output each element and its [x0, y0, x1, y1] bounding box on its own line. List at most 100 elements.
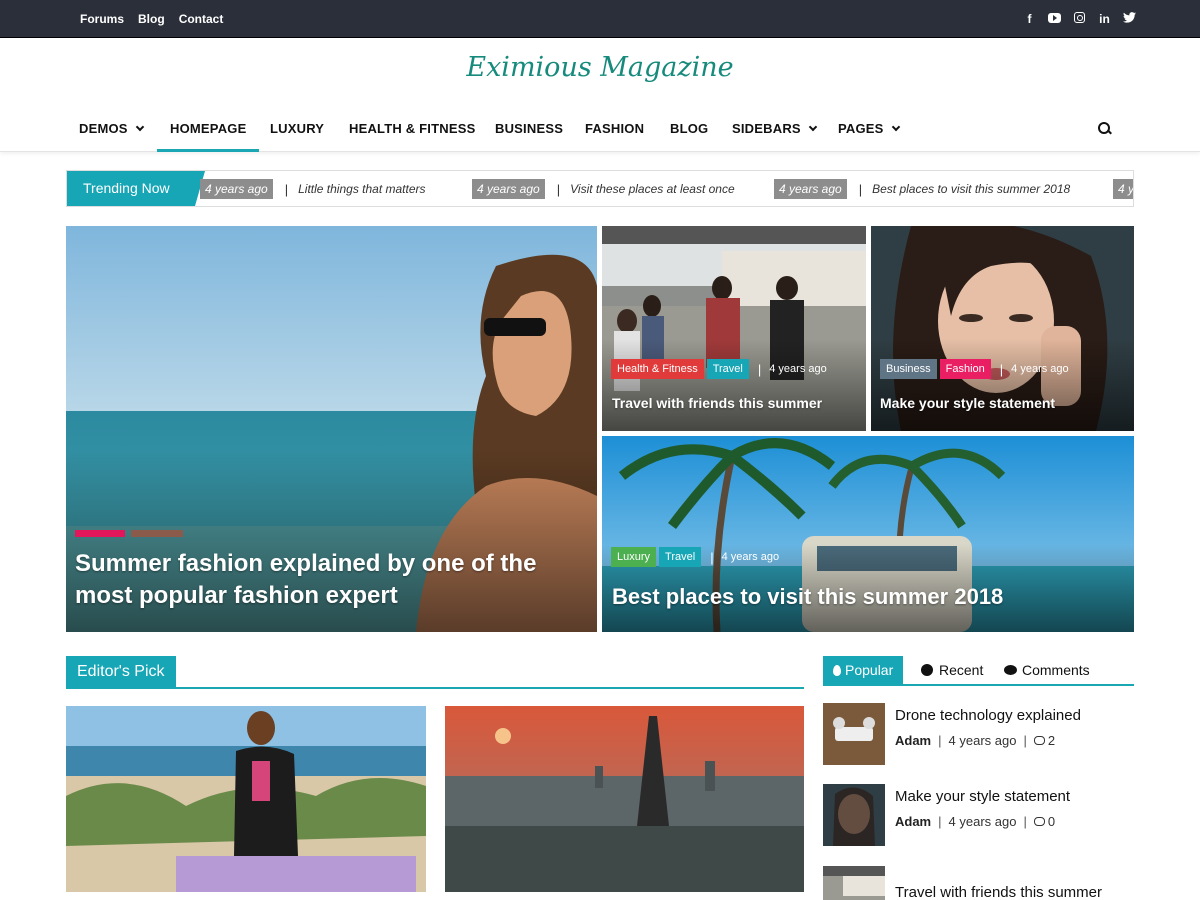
comment-icon — [1033, 817, 1045, 826]
nav-item-label: BLOG — [670, 121, 709, 136]
separator: | — [938, 733, 942, 748]
post-thumbnail[interactable] — [823, 784, 885, 846]
post-author[interactable]: Adam — [895, 733, 931, 748]
chevron-down-icon — [135, 122, 144, 132]
beach-yoga-image — [66, 706, 426, 892]
section-title: Editor's Pick — [66, 656, 176, 688]
sidebar-tabs: Popular Recent Comments — [823, 656, 1134, 686]
top-bar: Forums Blog Contact f in — [0, 0, 1200, 38]
separator: | — [284, 181, 289, 197]
nav-item-label: BUSINESS — [495, 121, 564, 136]
editors-pick-card[interactable] — [66, 706, 426, 892]
popular-post[interactable]: Drone technology explained Adam | 4 years … — [823, 703, 1134, 765]
trending-item[interactable]: 4 years ago | Little things that matters — [200, 178, 426, 200]
paris-sunset-image — [445, 706, 804, 892]
separator: | — [710, 549, 714, 565]
separator: | — [1023, 814, 1027, 829]
editors-pick-card[interactable] — [445, 706, 804, 892]
nav-item-blog[interactable]: BLOG — [670, 106, 708, 152]
post-thumbnail[interactable] — [823, 866, 885, 900]
post-author[interactable]: Adam — [895, 814, 931, 829]
image-overlay — [871, 338, 1134, 431]
nav-item-sidebars[interactable]: SIDEBARS — [732, 106, 818, 152]
tab-popular[interactable]: Popular — [823, 656, 904, 684]
instagram-icon[interactable] — [1073, 12, 1086, 26]
tag-fashion[interactable]: Fashion — [939, 359, 991, 379]
nav-item-label: FASHION — [585, 121, 645, 136]
youtube-icon[interactable] — [1048, 12, 1061, 26]
tag-luxury[interactable]: Luxury — [611, 547, 657, 567]
trending-item[interactable]: 4 years ago | Visit these places at least … — [472, 178, 735, 200]
separator: | — [556, 181, 561, 197]
top-links: Forums Blog Contact — [80, 0, 223, 38]
trending-time: 4 years ago — [774, 179, 847, 199]
post-time: 4 years ago — [769, 363, 827, 375]
search-icon[interactable] — [1098, 122, 1112, 136]
separator: | — [938, 814, 942, 829]
popular-post[interactable]: Travel with friends this summer — [823, 866, 1134, 900]
site-logo[interactable]: Eximious Magazine — [0, 52, 1200, 83]
clock-icon — [921, 664, 933, 676]
nav-item-label: PAGES — [838, 121, 884, 136]
post-time: 4 years ago — [1011, 363, 1069, 375]
slider-dot-active[interactable] — [75, 530, 125, 537]
post-title[interactable]: Travel with friends this summer — [895, 884, 1102, 900]
post-title[interactable]: Travel with friends this summer — [612, 395, 822, 411]
nav-item-fashion[interactable]: FASHION — [585, 106, 644, 152]
trending-title: Little things that matters — [298, 182, 426, 196]
chevron-down-icon — [808, 122, 818, 132]
tag-travel[interactable]: Travel — [659, 547, 702, 567]
tag-business[interactable]: Business — [880, 359, 937, 379]
nav-item-label: DEMOS — [79, 121, 128, 136]
tag-health-fitness[interactable]: Health & Fitness — [611, 359, 704, 379]
twitter-icon[interactable] — [1123, 12, 1136, 26]
post-time: 4 years ago — [721, 551, 780, 563]
trending-item[interactable]: 4 years ago | Best places to visit this su… — [774, 178, 1070, 200]
nav-item-label: HEALTH & FITNESS — [349, 121, 476, 136]
post-thumbnail[interactable] — [823, 703, 885, 765]
nav-item-label: HOMEPAGE — [170, 121, 247, 136]
tab-comments[interactable]: Comments — [1004, 656, 1090, 684]
separator: | — [858, 181, 863, 197]
featured-main-card[interactable]: Summer fashion explained by one of the m… — [66, 226, 597, 632]
comment-count[interactable]: 0 — [1048, 814, 1055, 829]
post-meta: Adam | 4 years ago | 0 — [895, 814, 1055, 829]
post-title[interactable]: Make your style statement — [880, 395, 1055, 411]
post-title[interactable]: Make your style statement — [895, 788, 1070, 805]
trending-time: 4 years ago — [472, 179, 545, 199]
tab-recent[interactable]: Recent — [921, 656, 983, 684]
comments-icon — [1004, 665, 1017, 675]
tag-travel[interactable]: Travel — [706, 359, 749, 379]
trending-time: 4 years ago — [200, 179, 273, 199]
nav-item-luxury[interactable]: LUXURY — [270, 106, 324, 152]
nav-item-health-fitness[interactable]: HEALTH & FITNESS — [349, 106, 475, 152]
flame-icon — [833, 665, 841, 676]
post-meta: Adam | 4 years ago | 2 — [895, 733, 1055, 748]
nav-item-demos[interactable]: DEMOS — [79, 106, 144, 152]
comment-count[interactable]: 2 — [1048, 733, 1055, 748]
separator: | — [1023, 733, 1027, 748]
featured-card-summer[interactable]: Luxury Travel | 4 years ago Best places … — [602, 436, 1134, 632]
top-link-forums[interactable]: Forums — [80, 12, 124, 26]
trending-item[interactable]: 4 years ago — [1113, 178, 1133, 200]
nav-item-business[interactable]: BUSINESS — [495, 106, 563, 152]
popular-post[interactable]: Make your style statement Adam | 4 years a… — [823, 784, 1134, 846]
nav-item-homepage[interactable]: HOMEPAGE — [157, 106, 260, 152]
separator: | — [999, 361, 1004, 377]
slider-dot[interactable] — [131, 530, 183, 537]
top-link-blog[interactable]: Blog — [138, 12, 165, 26]
top-link-contact[interactable]: Contact — [179, 12, 224, 26]
tab-label: Popular — [845, 662, 894, 678]
nav-item-pages[interactable]: PAGES — [838, 106, 900, 152]
post-title[interactable]: Drone technology explained — [895, 707, 1081, 724]
tab-label: Recent — [939, 662, 984, 678]
nav-item-label: SIDEBARS — [732, 121, 801, 136]
image-overlay — [602, 338, 866, 431]
post-meta: Luxury Travel | 4 years ago — [611, 547, 779, 567]
featured-main-title[interactable]: Summer fashion explained by one of the m… — [75, 548, 595, 612]
post-title[interactable]: Best places to visit this summer 2018 — [612, 584, 1003, 610]
facebook-icon[interactable]: f — [1023, 12, 1036, 26]
featured-card-style[interactable]: Business Fashion | 4 years ago Make your… — [871, 226, 1134, 431]
linkedin-icon[interactable]: in — [1098, 12, 1111, 26]
featured-card-travel[interactable]: Health & Fitness Travel | 4 years ago Tr… — [602, 226, 866, 431]
